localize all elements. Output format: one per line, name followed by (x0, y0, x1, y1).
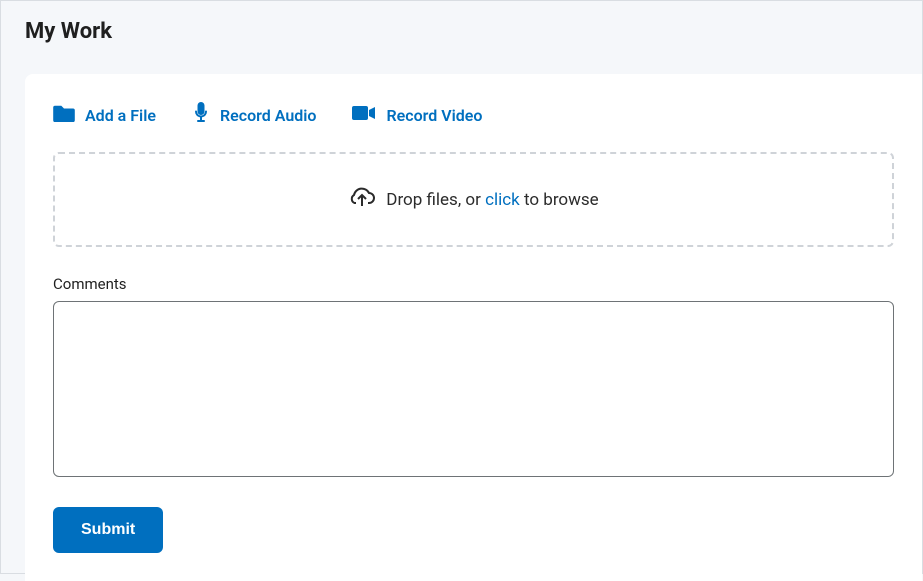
record-video-label: Record Video (386, 106, 482, 125)
add-file-label: Add a File (85, 106, 156, 125)
dropzone-text-prefix: Drop files, or (386, 190, 485, 210)
record-audio-button[interactable]: Record Audio (192, 102, 317, 128)
file-drop-zone[interactable]: Drop files, or click to browse (53, 152, 894, 247)
page-title: My Work (1, 1, 922, 44)
comments-textarea[interactable] (53, 301, 894, 477)
folder-icon (53, 104, 75, 126)
add-file-button[interactable]: Add a File (53, 104, 156, 126)
microphone-icon (192, 102, 210, 128)
upload-cloud-icon (348, 186, 376, 213)
record-video-button[interactable]: Record Video (352, 105, 482, 125)
dropzone-click-link[interactable]: click (485, 190, 520, 210)
video-camera-icon (352, 105, 376, 125)
action-row: Add a File Record Audio Record Video (53, 102, 894, 128)
dropzone-text-suffix: to browse (520, 190, 599, 210)
record-audio-label: Record Audio (220, 106, 317, 125)
comments-label: Comments (53, 275, 894, 293)
submit-button[interactable]: Submit (53, 507, 163, 553)
my-work-card: Add a File Record Audio Record Video (25, 74, 922, 581)
